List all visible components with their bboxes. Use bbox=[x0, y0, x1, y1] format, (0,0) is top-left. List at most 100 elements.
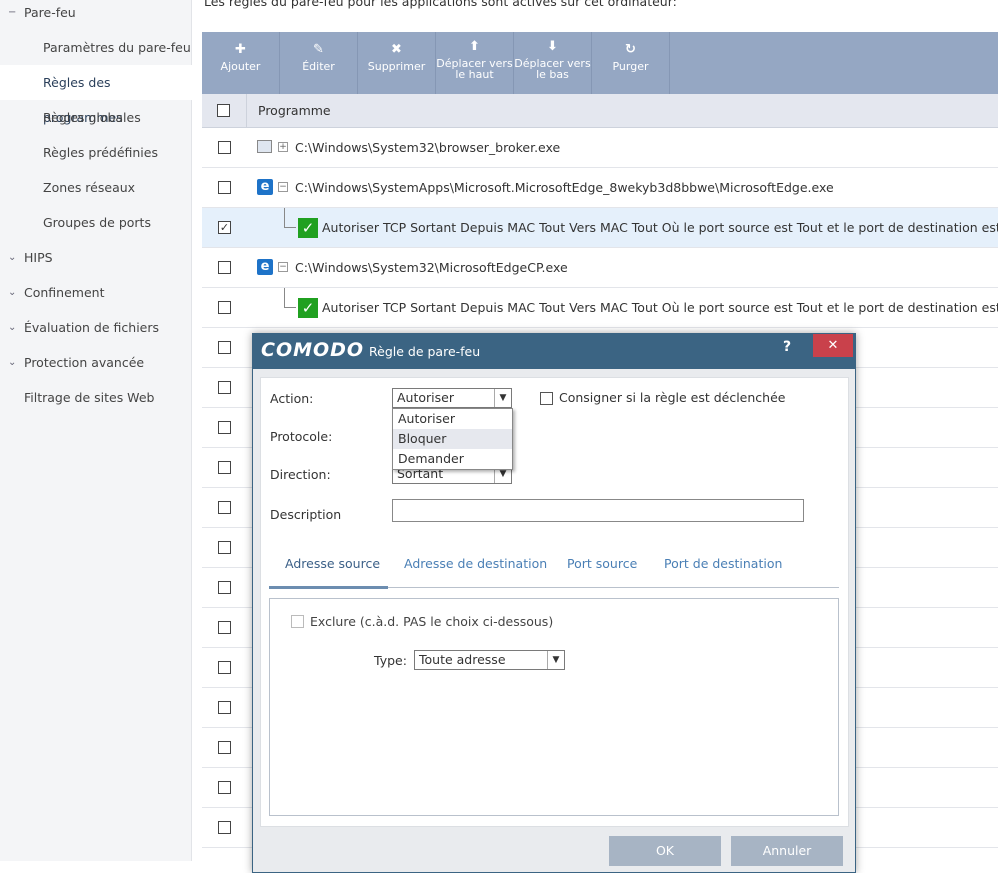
row-checkbox[interactable] bbox=[218, 181, 231, 194]
tab-source-port[interactable]: Port source bbox=[567, 556, 637, 571]
expander-icon[interactable]: + bbox=[278, 142, 288, 152]
sidebar-item[interactable]: ⌄ Évaluation de fichiers bbox=[0, 310, 192, 345]
help-icon[interactable]: ? bbox=[783, 339, 791, 355]
option-autoriser[interactable]: Autoriser bbox=[393, 409, 512, 429]
add-icon: ✚ bbox=[235, 42, 246, 57]
protocol-label: Protocole: bbox=[270, 429, 333, 444]
sidebar-item-label: Règles prédéfinies bbox=[43, 145, 158, 160]
log-checkbox[interactable] bbox=[540, 392, 553, 405]
chevron-down-icon: ⌄ bbox=[8, 357, 17, 368]
sidebar-item-label: Confinement bbox=[24, 285, 105, 300]
description-input[interactable] bbox=[392, 499, 804, 522]
rule-text: Autoriser TCP Sortant Depuis MAC Tout Ve… bbox=[322, 300, 998, 315]
action-dropdown: Autoriser Bloquer Demander bbox=[392, 408, 513, 470]
edit-icon: ✎ bbox=[313, 42, 324, 57]
direction-label: Direction: bbox=[270, 467, 331, 482]
row-checkbox[interactable] bbox=[218, 701, 231, 714]
row-checkbox[interactable]: ✓ bbox=[218, 221, 231, 234]
column-programme[interactable]: Programme bbox=[258, 103, 331, 118]
type-select[interactable]: Toute adresse ▼ bbox=[414, 650, 565, 670]
collapse-icon: − bbox=[8, 7, 17, 18]
option-bloquer[interactable]: Bloquer bbox=[393, 429, 512, 449]
purge-label: Purger bbox=[612, 60, 649, 73]
row-checkbox[interactable] bbox=[218, 581, 231, 594]
row-checkbox[interactable] bbox=[218, 301, 231, 314]
tree-line bbox=[284, 208, 296, 228]
sidebar-item[interactable]: Groupes de ports bbox=[0, 205, 192, 240]
row-checkbox[interactable] bbox=[218, 621, 231, 634]
exclude-checkbox[interactable] bbox=[291, 615, 304, 628]
ok-button[interactable]: OK bbox=[609, 836, 721, 866]
move-up-button[interactable]: ⬆ Déplacer vers le haut bbox=[436, 32, 514, 94]
divider bbox=[246, 94, 247, 128]
description-label: Description bbox=[270, 507, 342, 522]
chevron-down-icon: ⌄ bbox=[8, 322, 17, 333]
sidebar-item[interactable]: ⌄ Protection avancée bbox=[0, 345, 192, 380]
tab-source-address[interactable]: Adresse source bbox=[285, 556, 380, 571]
row-checkbox[interactable] bbox=[218, 461, 231, 474]
action-select[interactable]: Autoriser ▼ bbox=[392, 388, 512, 408]
active-tab-indicator bbox=[269, 586, 388, 589]
program-path: C:\Windows\System32\browser_broker.exe bbox=[295, 140, 561, 155]
tab-destination-address[interactable]: Adresse de destination bbox=[404, 556, 547, 571]
exclude-label: Exclure (c.à.d. PAS le choix ci-dessous) bbox=[310, 614, 554, 629]
sidebar-item-label: Pare-feu bbox=[24, 5, 76, 20]
select-all-checkbox[interactable] bbox=[217, 104, 230, 117]
close-button[interactable]: ✕ bbox=[813, 334, 853, 357]
purge-icon: ↻ bbox=[625, 42, 636, 57]
dialog-title: Règle de pare-feu bbox=[369, 344, 481, 359]
sidebar-item[interactable]: ⌄ Confinement bbox=[0, 275, 192, 310]
table-row[interactable]: e − C:\Windows\SystemApps\Microsoft.Micros… bbox=[202, 168, 998, 208]
move-down-button[interactable]: ⬇ Déplacer vers le bas bbox=[514, 32, 592, 94]
sidebar-item[interactable]: ⌄ HIPS bbox=[0, 240, 192, 275]
table-row[interactable]: + C:\Windows\System32\browser_broker.exe bbox=[202, 128, 998, 168]
sidebar-item-label: Évaluation de fichiers bbox=[24, 320, 160, 335]
row-checkbox[interactable] bbox=[218, 541, 231, 554]
chevron-down-icon: ▼ bbox=[494, 389, 511, 407]
row-checkbox[interactable] bbox=[218, 261, 231, 274]
move-down-icon: ⬇ bbox=[547, 39, 558, 54]
edit-label: Éditer bbox=[302, 60, 335, 73]
row-checkbox[interactable] bbox=[218, 661, 231, 674]
chevron-down-icon: ⌄ bbox=[8, 252, 17, 263]
table-row[interactable]: e − C:\Windows\System32\MicrosoftEdgeCP.ex… bbox=[202, 248, 998, 288]
sidebar-item[interactable]: Règles globales bbox=[0, 100, 192, 135]
application-icon bbox=[257, 140, 272, 153]
expander-icon[interactable]: − bbox=[278, 262, 288, 272]
table-row[interactable]: ✓ ✓ Autoriser TCP Sortant Depuis MAC Tout … bbox=[202, 208, 998, 248]
row-checkbox[interactable] bbox=[218, 341, 231, 354]
row-checkbox[interactable] bbox=[218, 141, 231, 154]
firewall-rule-dialog: COMODO Règle de pare-feu ? ✕ Action: Aut… bbox=[252, 333, 856, 873]
row-checkbox[interactable] bbox=[218, 381, 231, 394]
dialog-titlebar[interactable]: COMODO Règle de pare-feu ? ✕ bbox=[253, 334, 855, 369]
sidebar-item[interactable]: Paramètres du pare-feu bbox=[0, 30, 192, 65]
log-label: Consigner si la règle est déclenchée bbox=[559, 390, 786, 405]
cancel-button[interactable]: Annuler bbox=[731, 836, 843, 866]
row-checkbox[interactable] bbox=[218, 421, 231, 434]
row-checkbox[interactable] bbox=[218, 821, 231, 834]
action-value: Autoriser bbox=[397, 390, 454, 405]
sidebar-item[interactable]: Filtrage de sites Web bbox=[0, 380, 192, 415]
purge-button[interactable]: ↻ Purger bbox=[592, 32, 670, 94]
tab-destination-port[interactable]: Port de destination bbox=[664, 556, 782, 571]
row-checkbox[interactable] bbox=[218, 781, 231, 794]
type-label: Type: bbox=[374, 653, 407, 668]
sidebar-item-label: Paramètres du pare-feu bbox=[43, 40, 191, 55]
row-checkbox[interactable] bbox=[218, 501, 231, 514]
row-checkbox[interactable] bbox=[218, 741, 231, 754]
rule-text: Autoriser TCP Sortant Depuis MAC Tout Ve… bbox=[322, 220, 998, 235]
sidebar-item[interactable]: Règles des programmes bbox=[0, 65, 192, 125]
table-row[interactable]: ✓ Autoriser TCP Sortant Depuis MAC Tout V… bbox=[202, 288, 998, 328]
edit-button[interactable]: ✎ Éditer bbox=[280, 32, 358, 94]
allow-check-icon: ✓ bbox=[298, 218, 318, 238]
source-address-panel: Exclure (c.à.d. PAS le choix ci-dessous)… bbox=[269, 598, 839, 816]
allow-check-icon: ✓ bbox=[298, 298, 318, 318]
sidebar: − Pare-feu Paramètres du pare-feu Règles de… bbox=[0, 0, 192, 861]
option-demander[interactable]: Demander bbox=[393, 449, 512, 469]
sidebar-item[interactable]: Zones réseaux bbox=[0, 170, 192, 205]
sidebar-item[interactable]: − Pare-feu bbox=[0, 0, 192, 30]
sidebar-item[interactable]: Règles prédéfinies bbox=[0, 135, 192, 170]
add-button[interactable]: ✚ Ajouter bbox=[202, 32, 280, 94]
expander-icon[interactable]: − bbox=[278, 182, 288, 192]
delete-button[interactable]: ✖ Supprimer bbox=[358, 32, 436, 94]
